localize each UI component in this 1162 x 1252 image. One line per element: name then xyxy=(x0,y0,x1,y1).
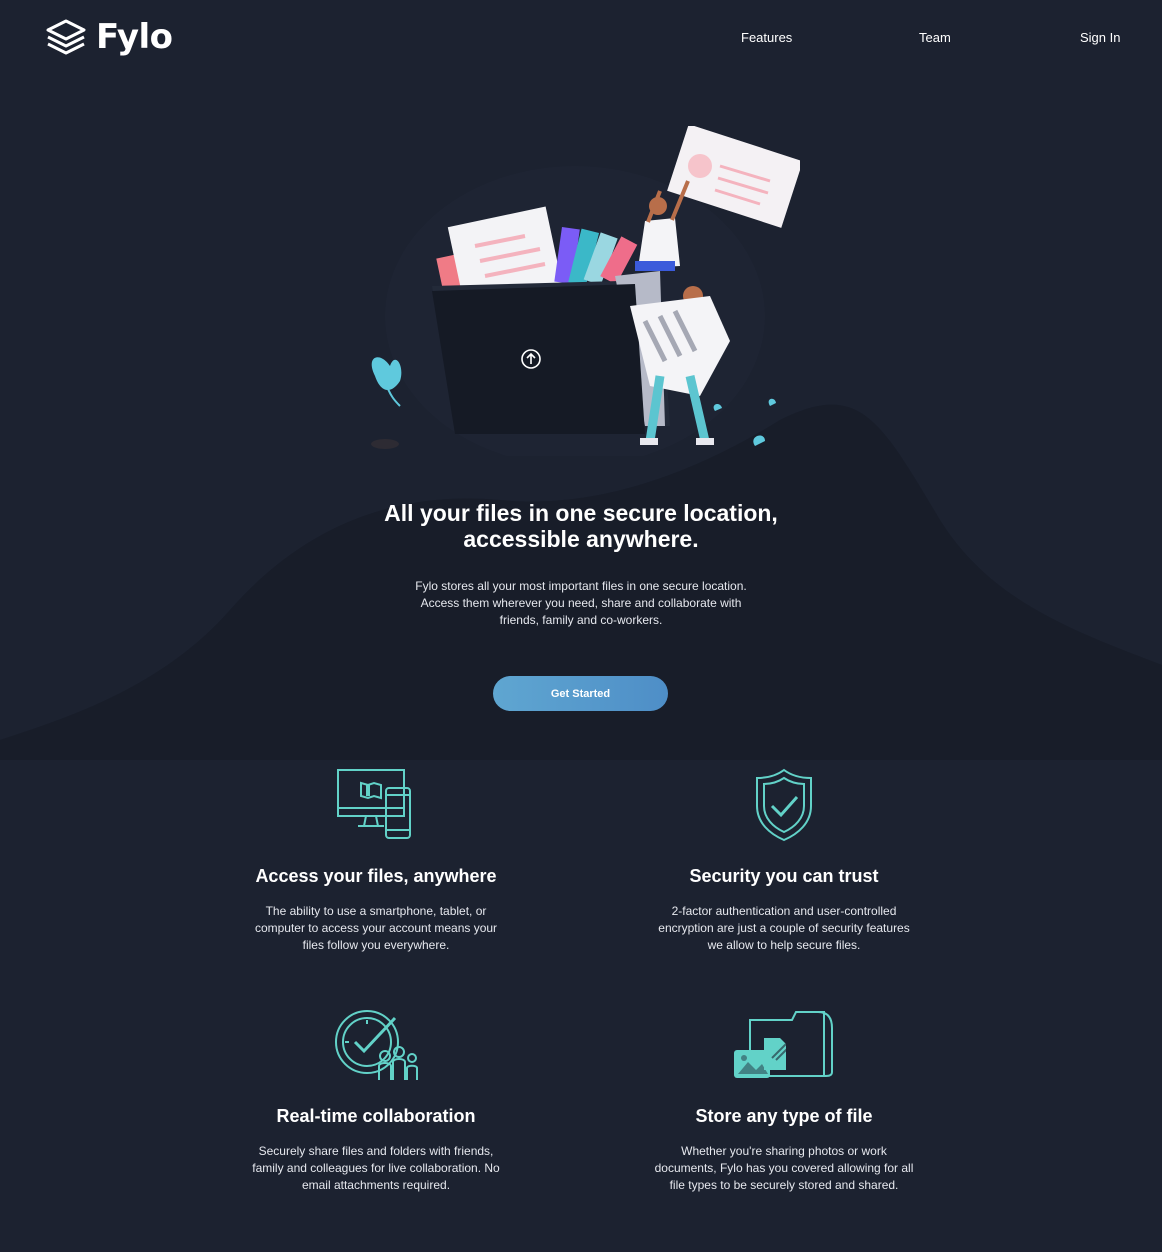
nav-features-link[interactable]: Features xyxy=(741,30,792,45)
feature-line: Whether you're sharing photos or work xyxy=(681,1144,887,1158)
feature-line: 2-factor authentication and user-control… xyxy=(671,904,897,918)
feature-any-file: Store any type of file Whether you're sh… xyxy=(634,1008,934,1194)
hero-description: Fylo stores all your most important file… xyxy=(391,578,771,629)
brand-name: Fylo xyxy=(96,17,173,57)
feature-line: we allow to help secure files. xyxy=(707,938,861,952)
devices-icon xyxy=(337,769,411,839)
feature-line: family and colleagues for live collabora… xyxy=(252,1161,500,1175)
feature-collaboration: Real-time collaboration Securely share f… xyxy=(226,1008,526,1194)
feature-line: files follow you everywhere. xyxy=(302,938,450,952)
feature-line: computer to access your account means yo… xyxy=(254,921,498,935)
feature-description: Whether you're sharing photos or work do… xyxy=(634,1143,934,1194)
collaboration-icon xyxy=(335,1010,418,1080)
feature-title: Access your files, anywhere xyxy=(255,866,497,886)
feature-title: Security you can trust xyxy=(689,866,879,886)
hero-title-line-2: accessible anywhere. xyxy=(463,526,699,552)
site-header: Fylo Features Team Sign In xyxy=(0,3,1162,73)
feature-line: encryption are just a couple of security… xyxy=(658,921,910,935)
hero-title-line-1: All your files in one secure location, xyxy=(384,500,778,526)
security-shield-icon xyxy=(756,768,812,842)
feature-description: Securely share files and folders with fr… xyxy=(226,1143,526,1194)
hero-description-line-1: Fylo stores all your most important file… xyxy=(415,579,747,593)
feature-line: documents, Fylo has you covered allowing… xyxy=(654,1161,914,1175)
feature-line: email attachments required. xyxy=(301,1178,451,1192)
nav-sign-in-link[interactable]: Sign In xyxy=(1080,30,1120,45)
feature-title: Store any type of file xyxy=(695,1106,873,1126)
feature-description: The ability to use a smartphone, tablet,… xyxy=(226,903,526,954)
stacked-layers-icon xyxy=(46,19,86,55)
feature-security: Security you can trust 2-factor authenti… xyxy=(634,768,934,954)
feature-title: Real-time collaboration xyxy=(276,1106,476,1126)
hero-title: All your files in one secure location, a… xyxy=(331,500,831,552)
feature-line: Securely share files and folders with fr… xyxy=(258,1144,494,1158)
feature-access-anywhere: Access your files, anywhere The ability … xyxy=(226,768,526,954)
hero-description-line-2: Access them wherever you need, share and… xyxy=(420,596,742,610)
logo[interactable]: Fylo xyxy=(44,17,173,57)
any-file-icon xyxy=(734,1011,833,1078)
feature-description: 2-factor authentication and user-control… xyxy=(634,903,934,954)
feature-line: The ability to use a smartphone, tablet,… xyxy=(265,904,487,918)
hero-illustration xyxy=(371,126,800,456)
feature-line: file types to be securely stored and sha… xyxy=(669,1178,899,1192)
get-started-button[interactable]: Get Started xyxy=(493,676,668,711)
hero-description-line-3: friends, family and co-workers. xyxy=(499,613,663,627)
nav-team-link[interactable]: Team xyxy=(919,30,951,45)
